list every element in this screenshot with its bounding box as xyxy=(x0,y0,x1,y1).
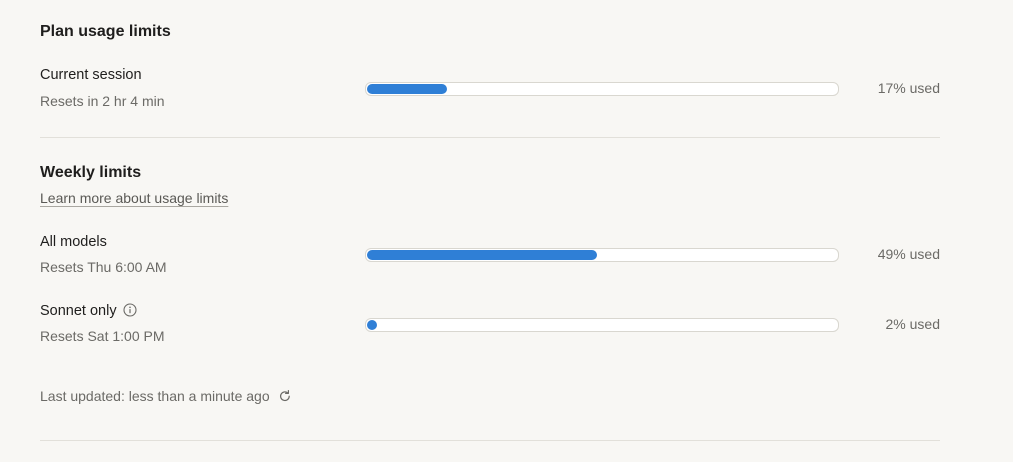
sonnet-only-percent: 2% used xyxy=(885,316,940,332)
current-session-progress-fill xyxy=(367,84,447,94)
last-updated-text: Last updated: less than a minute ago xyxy=(40,388,270,404)
current-session-percent: 17% used xyxy=(877,80,940,96)
current-session-progress-bar xyxy=(365,82,839,96)
all-models-percent: 49% used xyxy=(877,246,940,262)
sonnet-only-resets: Resets Sat 1:00 PM xyxy=(40,328,165,344)
sonnet-only-row: Sonnet only xyxy=(40,303,137,319)
current-session-label: Current session xyxy=(40,67,142,83)
refresh-icon[interactable] xyxy=(278,389,292,403)
all-models-progress-fill xyxy=(367,250,597,260)
last-updated-row: Last updated: less than a minute ago xyxy=(40,388,292,404)
weekly-limits-title: Weekly limits xyxy=(40,164,142,181)
all-models-progress-bar xyxy=(365,248,839,262)
bottom-divider xyxy=(40,440,940,441)
sonnet-only-progress-bar xyxy=(365,318,839,332)
all-models-resets: Resets Thu 6:00 AM xyxy=(40,259,167,275)
info-icon[interactable] xyxy=(123,303,137,317)
plan-usage-title: Plan usage limits xyxy=(40,23,171,40)
sonnet-only-label: Sonnet only xyxy=(40,303,117,319)
section-divider xyxy=(40,137,940,138)
current-session-resets: Resets in 2 hr 4 min xyxy=(40,93,165,109)
sonnet-only-progress-fill xyxy=(367,320,377,330)
learn-more-link[interactable]: Learn more about usage limits xyxy=(40,190,228,206)
all-models-label: All models xyxy=(40,234,107,250)
